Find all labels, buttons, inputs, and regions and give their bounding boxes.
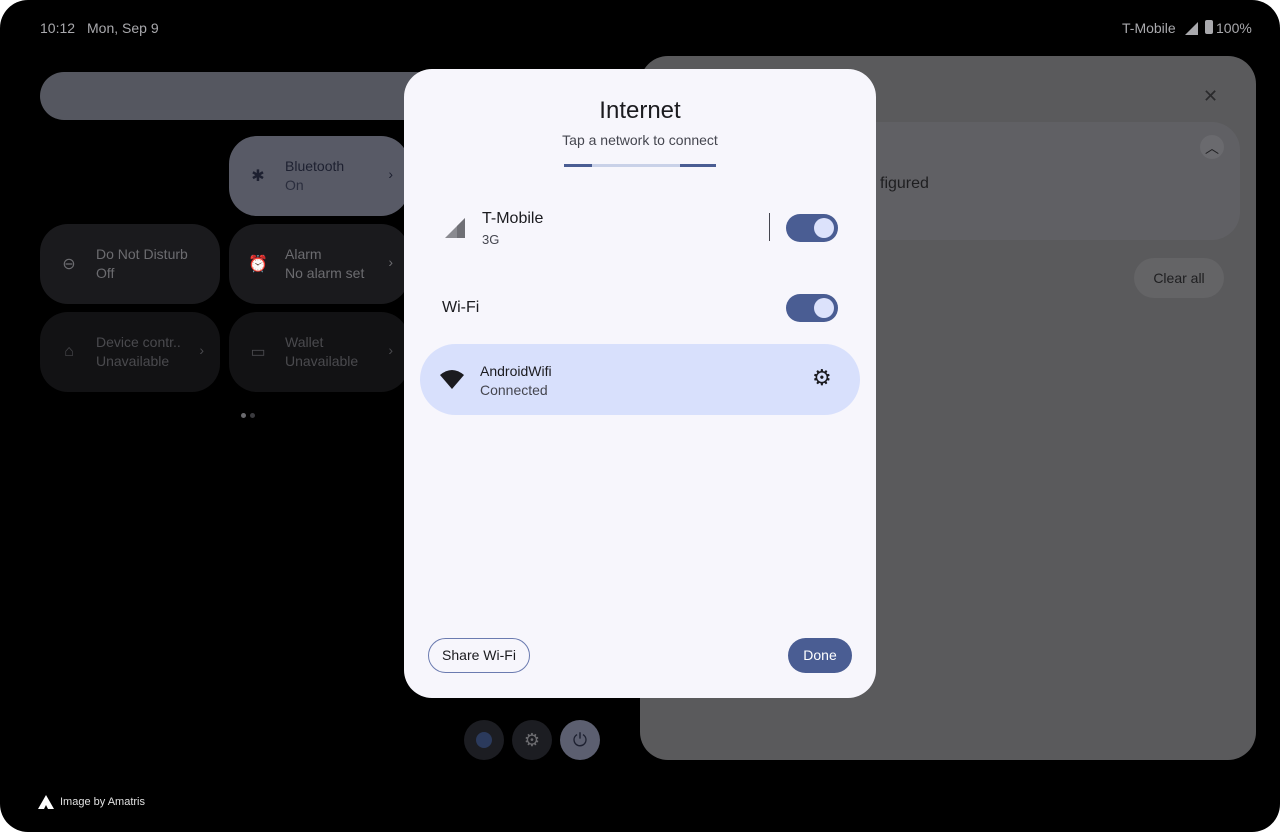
signal-icon bbox=[1185, 22, 1198, 35]
power-icon: ⏻ bbox=[572, 729, 588, 750]
internet-dialog: Internet Tap a network to connect T-Mobi… bbox=[404, 69, 876, 698]
network-status: Connected bbox=[480, 382, 548, 398]
page-indicator-dot[interactable] bbox=[241, 413, 246, 418]
tile-title: Bluetooth bbox=[285, 158, 345, 174]
bluetooth-icon: ✱ bbox=[251, 168, 265, 185]
notification-text: figured bbox=[880, 175, 929, 192]
mobile-network-name: T-Mobile bbox=[482, 210, 544, 227]
tile-subtitle: Unavailable bbox=[96, 353, 170, 369]
alarm-icon: ⏰ bbox=[248, 256, 268, 273]
watermark: Image by Amatris bbox=[38, 795, 145, 809]
status-date: Mon, Sep 9 bbox=[87, 20, 159, 36]
tile-bluetooth[interactable]: ✱ Bluetooth On › bbox=[229, 136, 409, 216]
brightness-slider[interactable] bbox=[40, 72, 440, 120]
tile-subtitle: Off bbox=[96, 265, 115, 281]
tile-dnd[interactable]: ⊖ Do Not Disturb Off bbox=[40, 224, 220, 304]
close-icon[interactable]: ✕ bbox=[1203, 86, 1218, 107]
wallet-icon: ▭ bbox=[250, 344, 266, 361]
settings-button[interactable]: ⚙ bbox=[512, 720, 552, 760]
dialog-subtitle: Tap a network to connect bbox=[562, 132, 718, 148]
wifi-icon bbox=[440, 370, 464, 389]
tile-subtitle: No alarm set bbox=[285, 265, 365, 281]
tile-subtitle: Unavailable bbox=[285, 353, 359, 369]
status-time: 10:12 bbox=[40, 20, 76, 36]
tile-wallet[interactable]: ▭ Wallet Unavailable › bbox=[229, 312, 409, 392]
clear-all-button[interactable]: Clear all bbox=[1134, 258, 1224, 298]
amatris-logo-icon bbox=[38, 795, 54, 809]
tile-title: Wallet bbox=[285, 334, 324, 350]
mobile-data-toggle[interactable] bbox=[786, 214, 838, 242]
wifi-toggle[interactable] bbox=[786, 294, 838, 322]
gear-icon: ⚙ bbox=[523, 729, 541, 750]
tile-title: Alarm bbox=[285, 246, 322, 262]
done-button[interactable]: Done bbox=[788, 638, 852, 673]
divider bbox=[769, 213, 770, 241]
tile-alarm[interactable]: ⏰ Alarm No alarm set › bbox=[229, 224, 409, 304]
power-button[interactable]: ⏻ bbox=[560, 720, 600, 760]
gear-icon[interactable]: ⚙ bbox=[812, 365, 832, 391]
tile-device-controls[interactable]: ⌂ Device contr.. Unavailable › bbox=[40, 312, 220, 392]
status-battery: 100% bbox=[1216, 20, 1252, 36]
chevron-right-icon: › bbox=[388, 166, 393, 182]
cellular-signal-icon bbox=[445, 218, 465, 238]
connected-network-row[interactable]: AndroidWifi Connected ⚙ bbox=[420, 344, 860, 415]
dialog-title: Internet bbox=[599, 97, 681, 124]
page-indicator-dot[interactable] bbox=[250, 413, 255, 418]
chevron-right-icon: › bbox=[388, 254, 393, 270]
user-icon bbox=[476, 732, 492, 748]
share-wifi-button[interactable]: Share Wi-Fi bbox=[428, 638, 530, 673]
network-name: AndroidWifi bbox=[480, 363, 552, 379]
user-button[interactable] bbox=[464, 720, 504, 760]
screen: 10:12 Mon, Sep 9 T-Mobile 100% ✱ Bluetoo… bbox=[0, 0, 1280, 832]
chevron-up-icon[interactable]: ︿ bbox=[1200, 135, 1224, 159]
mobile-network-type: 3G bbox=[482, 232, 500, 247]
chevron-right-icon: › bbox=[388, 342, 393, 358]
home-icon: ⌂ bbox=[64, 343, 74, 360]
status-carrier: T-Mobile bbox=[1122, 20, 1176, 36]
tile-subtitle: On bbox=[285, 177, 304, 193]
tile-title: Device contr.. bbox=[96, 334, 181, 350]
wifi-label: Wi-Fi bbox=[442, 299, 480, 316]
progress-bar bbox=[564, 164, 716, 167]
watermark-text: Image by Amatris bbox=[60, 796, 145, 808]
battery-icon bbox=[1205, 20, 1213, 34]
dnd-icon: ⊖ bbox=[62, 256, 76, 273]
tile-title: Do Not Disturb bbox=[96, 246, 188, 262]
chevron-right-icon: › bbox=[199, 342, 204, 358]
